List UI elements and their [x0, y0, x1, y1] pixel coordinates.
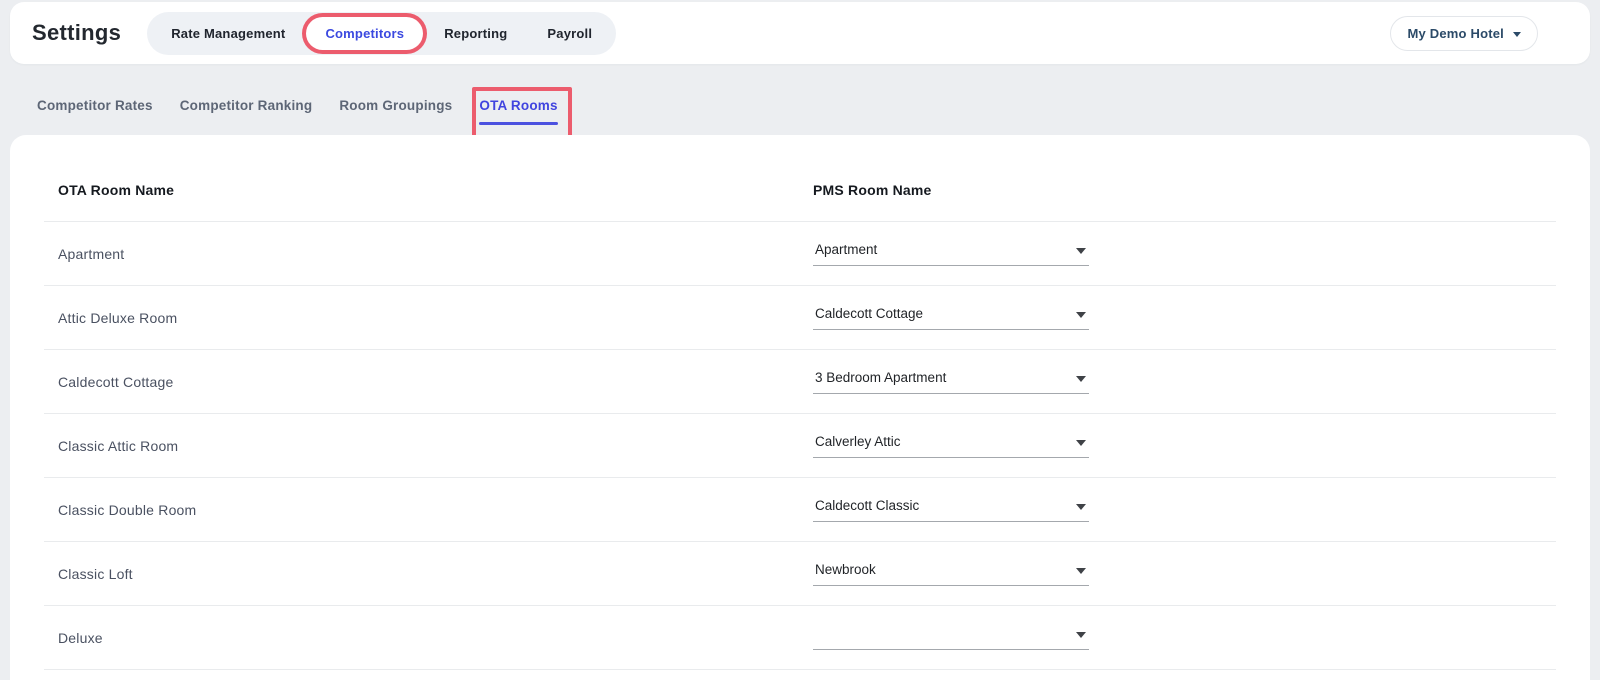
chevron-down-icon: [1076, 376, 1086, 382]
subtab-competitor-rates[interactable]: Competitor Rates: [37, 98, 153, 113]
ota-rooms-panel: OTA Room Name PMS Room Name Apartment Ap…: [10, 135, 1590, 680]
pms-room-select[interactable]: [813, 626, 1089, 650]
pms-room-value: 3 Bedroom Apartment: [815, 370, 946, 386]
column-header-pms-room-name: PMS Room Name: [813, 182, 1556, 198]
main-nav-tab-competitors[interactable]: Competitors: [306, 17, 423, 50]
main-nav-tabs: Rate Management Competitors Reporting Pa…: [147, 12, 616, 55]
ota-room-name: Caldecott Cottage: [44, 374, 813, 390]
hotel-selector-button[interactable]: My Demo Hotel: [1390, 16, 1538, 51]
column-header-ota-room-name: OTA Room Name: [44, 182, 813, 198]
table-row: Caldecott Cottage 3 Bedroom Apartment: [44, 350, 1556, 414]
pms-room-value: Caldecott Classic: [815, 498, 919, 514]
table-row: Classic Attic Room Calverley Attic: [44, 414, 1556, 478]
settings-subtabs: Competitor Rates Competitor Ranking Room…: [37, 98, 558, 125]
table-row: Deluxe: [44, 606, 1556, 670]
subtab-competitor-ranking[interactable]: Competitor Ranking: [180, 98, 313, 113]
page-title: Settings: [32, 20, 121, 46]
chevron-down-icon: [1076, 440, 1086, 446]
active-tab-underline: [479, 122, 557, 125]
chevron-down-icon: [1076, 312, 1086, 318]
pms-room-select[interactable]: 3 Bedroom Apartment: [813, 370, 1089, 394]
pms-room-value: Apartment: [815, 242, 877, 258]
main-nav-tab-rate-management[interactable]: Rate Management: [152, 17, 304, 50]
pms-room-select[interactable]: Newbrook: [813, 562, 1089, 586]
subtab-wrap-competitor-rates: Competitor Rates: [37, 98, 153, 113]
chevron-down-icon: [1076, 248, 1086, 254]
pms-room-value: Caldecott Cottage: [815, 306, 923, 322]
pms-room-select[interactable]: Calverley Attic: [813, 434, 1089, 458]
main-nav-tab-reporting[interactable]: Reporting: [425, 17, 526, 50]
ota-room-name: Attic Deluxe Room: [44, 310, 813, 326]
subtab-ota-rooms[interactable]: OTA Rooms: [479, 98, 557, 113]
subtab-wrap-ota-rooms: OTA Rooms: [479, 98, 557, 125]
subtab-wrap-competitor-ranking: Competitor Ranking: [180, 98, 313, 113]
hotel-selector-label: My Demo Hotel: [1407, 26, 1504, 41]
ota-room-name: Apartment: [44, 246, 813, 262]
table-header-row: OTA Room Name PMS Room Name: [44, 135, 1556, 222]
annotation-highlight-box: [472, 87, 571, 142]
subtab-room-groupings[interactable]: Room Groupings: [339, 98, 452, 113]
chevron-down-icon: [1076, 632, 1086, 638]
table-row: Apartment Apartment: [44, 222, 1556, 286]
pms-room-select[interactable]: Caldecott Classic: [813, 498, 1089, 522]
table-row: Classic Loft Newbrook: [44, 542, 1556, 606]
chevron-down-icon: [1076, 504, 1086, 510]
ota-room-name: Classic Loft: [44, 566, 813, 582]
pms-room-select[interactable]: Caldecott Cottage: [813, 306, 1089, 330]
ota-room-name: Classic Double Room: [44, 502, 813, 518]
table-row: Classic Double Room Caldecott Classic: [44, 478, 1556, 542]
chevron-down-icon: [1076, 568, 1086, 574]
pms-room-value: Calverley Attic: [815, 434, 901, 450]
pms-room-value: Newbrook: [815, 562, 876, 578]
top-header-bar: Settings Rate Management Competitors Rep…: [10, 2, 1590, 64]
ota-room-name: Deluxe: [44, 630, 813, 646]
pms-room-select[interactable]: Apartment: [813, 242, 1089, 266]
table-body: Apartment Apartment Attic Deluxe Room Ca…: [44, 222, 1556, 670]
table-row: Attic Deluxe Room Caldecott Cottage: [44, 286, 1556, 350]
chevron-down-icon: [1513, 32, 1521, 37]
subtab-wrap-room-groupings: Room Groupings: [339, 98, 452, 113]
ota-room-name: Classic Attic Room: [44, 438, 813, 454]
main-nav-tab-payroll[interactable]: Payroll: [528, 17, 611, 50]
